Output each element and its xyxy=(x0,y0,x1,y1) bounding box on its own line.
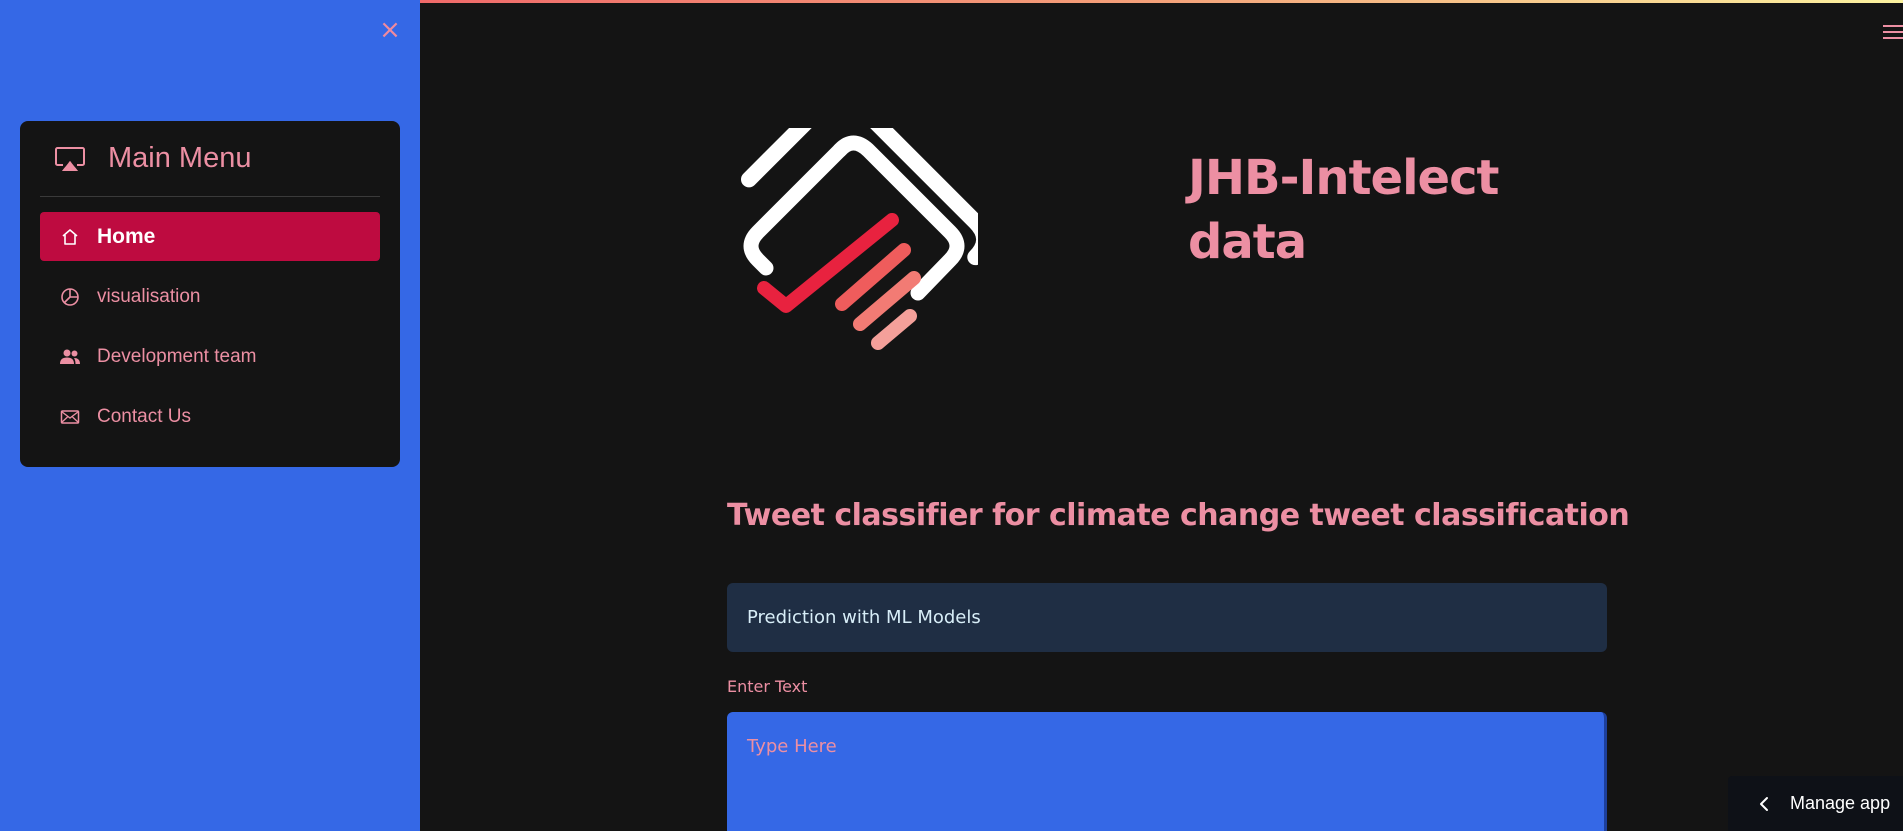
menu-item-label: Home xyxy=(97,224,156,248)
main-menu-button[interactable] xyxy=(1881,22,1903,42)
menu-item-label: visualisation xyxy=(97,285,201,307)
hamburger-icon xyxy=(1881,25,1903,46)
menu-item-visualisation[interactable]: visualisation xyxy=(40,272,380,321)
sidebar: × Main Menu Home visualisation Developme… xyxy=(0,0,420,831)
text-input-label: Enter Text xyxy=(727,677,808,696)
menu-item-development-team[interactable]: Development team xyxy=(40,332,380,381)
app-logo xyxy=(728,93,993,358)
top-decoration-bar xyxy=(420,0,1903,3)
app-title-line-1: JHB-Intelect xyxy=(1188,150,1499,206)
app-title-line-2: data xyxy=(1188,214,1307,270)
menu-item-label: Development team xyxy=(97,345,257,367)
app-title: JHB-Intelect data xyxy=(1188,146,1608,274)
info-box: Prediction with ML Models xyxy=(727,583,1607,652)
airplay-icon xyxy=(54,146,86,172)
main-menu-header: Main Menu xyxy=(40,121,380,197)
main-menu-title: Main Menu xyxy=(108,142,252,174)
menu-item-contact-us[interactable]: Contact Us xyxy=(40,392,380,441)
tweet-text-input[interactable] xyxy=(727,712,1607,831)
menu-item-home[interactable]: Home xyxy=(40,212,380,261)
manage-app-label: Manage app xyxy=(1790,793,1891,813)
chevron-left-icon xyxy=(1756,796,1772,812)
menu-items: Home visualisation Development team Cont… xyxy=(40,197,380,441)
close-icon: × xyxy=(379,15,401,45)
people-icon xyxy=(59,346,81,368)
page-subtitle: Tweet classifier for climate change twee… xyxy=(727,498,1630,533)
main-menu: Main Menu Home visualisation Development… xyxy=(20,121,400,467)
house-icon xyxy=(59,226,81,248)
manage-app-button[interactable]: Manage app xyxy=(1728,776,1903,831)
envelope-icon xyxy=(59,406,81,428)
menu-item-label: Contact Us xyxy=(97,405,191,427)
close-sidebar-button[interactable]: × xyxy=(376,16,404,44)
info-box-text: Prediction with ML Models xyxy=(747,607,981,628)
pie-chart-icon xyxy=(59,286,81,308)
